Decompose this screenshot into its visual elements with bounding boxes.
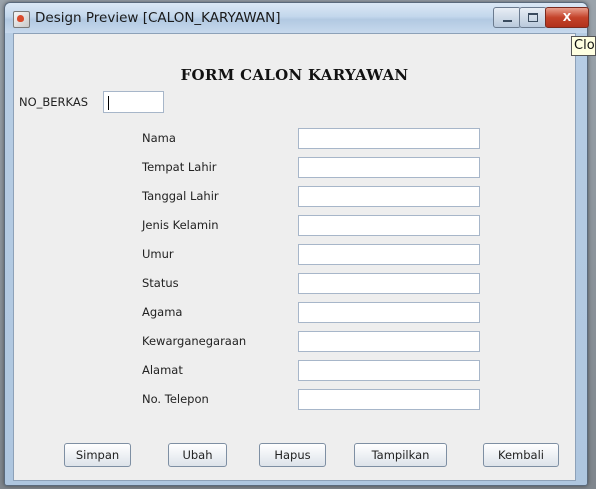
window-title: Design Preview [CALON_KARYAWAN] bbox=[35, 10, 281, 26]
minimize-button[interactable] bbox=[493, 7, 521, 28]
maximize-icon bbox=[528, 13, 538, 22]
umur-input[interactable] bbox=[298, 244, 480, 265]
nama-input[interactable] bbox=[298, 128, 480, 149]
agama-input[interactable] bbox=[298, 302, 480, 323]
close-icon: X bbox=[562, 11, 572, 24]
field-label-status: Status bbox=[142, 276, 179, 290]
field-label-agama: Agama bbox=[142, 305, 183, 319]
field-label-kewarganegaraan: Kewarganegaraan bbox=[142, 334, 247, 348]
ubah-button[interactable]: Ubah bbox=[168, 443, 227, 467]
tanggal-lahir-input[interactable] bbox=[298, 186, 480, 207]
text-caret bbox=[108, 96, 109, 110]
form-title: FORM CALON KARYAWAN bbox=[180, 66, 409, 84]
field-label-no-telepon: No. Telepon bbox=[142, 392, 209, 406]
simpan-button[interactable]: Simpan bbox=[64, 443, 131, 467]
field-label-nama: Nama bbox=[142, 131, 176, 145]
no-berkas-input[interactable] bbox=[103, 91, 164, 113]
hapus-button[interactable]: Hapus bbox=[259, 443, 326, 467]
tempat-lahir-input[interactable] bbox=[298, 157, 480, 178]
field-label-tempat-lahir: Tempat Lahir bbox=[142, 160, 217, 174]
alamat-input[interactable] bbox=[298, 360, 480, 381]
form-panel: FORM CALON KARYAWAN NO_BERKAS Nama Tempa… bbox=[13, 33, 576, 481]
java-app-icon bbox=[13, 11, 30, 28]
field-label-umur: Umur bbox=[142, 247, 174, 261]
kembali-button[interactable]: Kembali bbox=[483, 443, 559, 467]
kewarganegaraan-input[interactable] bbox=[298, 331, 480, 352]
close-button[interactable]: X bbox=[545, 7, 589, 28]
field-label-alamat: Alamat bbox=[142, 363, 183, 377]
no-telepon-input[interactable] bbox=[298, 389, 480, 410]
maximize-button[interactable] bbox=[519, 7, 547, 28]
no-berkas-label: NO_BERKAS bbox=[19, 95, 89, 109]
field-label-tanggal-lahir: Tanggal Lahir bbox=[142, 189, 219, 203]
title-bar[interactable]: Design Preview [CALON_KARYAWAN] X bbox=[5, 3, 589, 33]
design-preview-window: Design Preview [CALON_KARYAWAN] X FORM C… bbox=[4, 2, 589, 486]
close-tooltip: Clo bbox=[571, 36, 596, 56]
jenis-kelamin-input[interactable] bbox=[298, 215, 480, 236]
field-label-jenis-kelamin: Jenis Kelamin bbox=[142, 218, 219, 232]
tampilkan-button[interactable]: Tampilkan bbox=[354, 443, 447, 467]
minimize-icon bbox=[502, 19, 512, 22]
status-input[interactable] bbox=[298, 273, 480, 294]
